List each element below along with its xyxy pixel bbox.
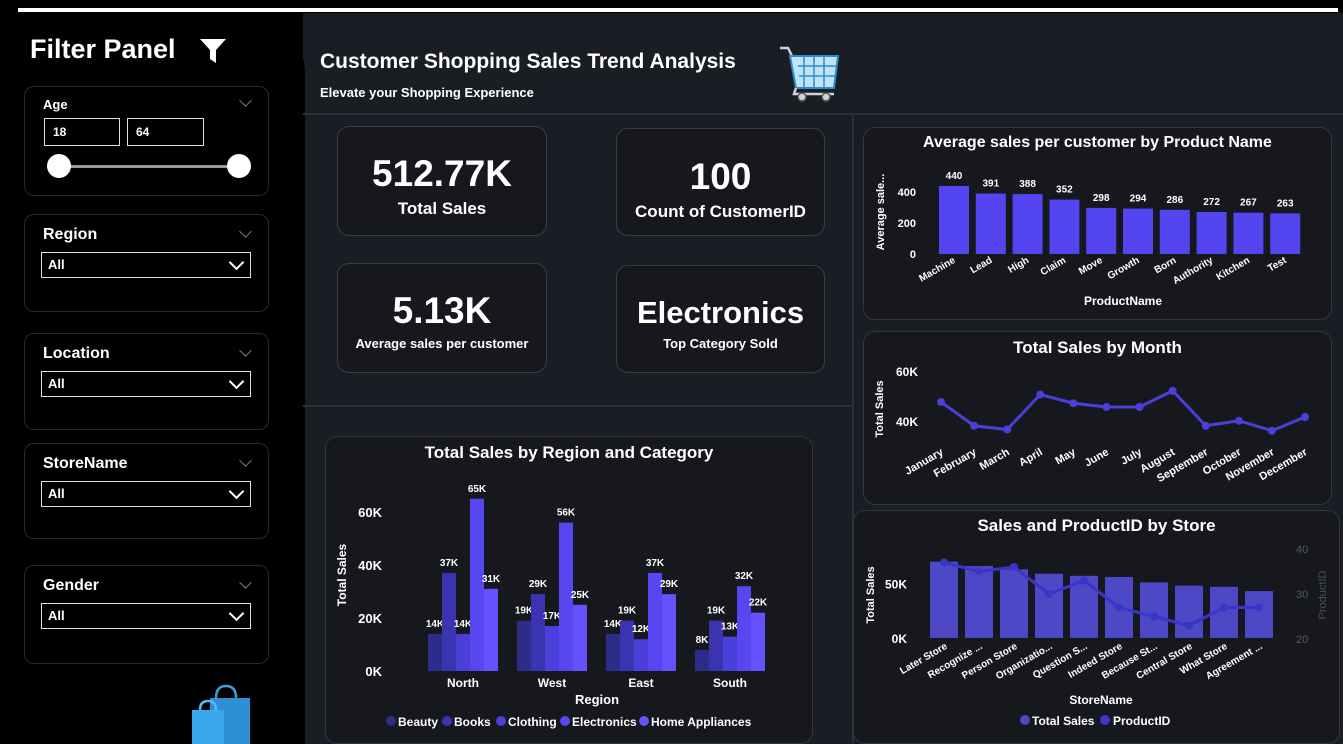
age-slider-max-handle[interactable] bbox=[227, 154, 251, 178]
location-select[interactable]: All bbox=[41, 371, 251, 397]
dashboard-subtitle: Elevate your Shopping Experience bbox=[320, 85, 534, 100]
customer-count-value: 100 bbox=[689, 156, 752, 197]
dropdown-arrow-icon bbox=[228, 373, 245, 390]
age-max-input[interactable]: 64 bbox=[127, 118, 204, 146]
gender-filter-label: Gender bbox=[43, 577, 100, 594]
age-filter: Age 18 64 bbox=[24, 86, 269, 196]
chevron-down-icon[interactable] bbox=[239, 344, 252, 357]
location-filter-label: Location bbox=[43, 345, 110, 362]
shopping-cart-icon bbox=[780, 46, 840, 102]
filter-icon[interactable] bbox=[199, 38, 227, 64]
customer-count-label: Count of CustomerID bbox=[635, 202, 806, 221]
chevron-down-icon[interactable] bbox=[239, 454, 252, 467]
avg-sales-card: 5.13K Average sales per customer bbox=[337, 263, 547, 373]
dropdown-arrow-icon bbox=[228, 254, 245, 271]
store-name-filter: StoreName All bbox=[24, 443, 269, 539]
age-min-input[interactable]: 18 bbox=[44, 118, 120, 146]
top-category-label: Top Category Sold bbox=[663, 336, 778, 351]
chevron-down-icon[interactable] bbox=[239, 94, 252, 107]
store-chart-card: Sales and ProductID by Store bbox=[853, 510, 1340, 744]
gender-select[interactable]: All bbox=[41, 603, 251, 629]
dashboard-title: Customer Shopping Sales Trend Analysis bbox=[320, 50, 736, 73]
shopping-bags-icon bbox=[192, 684, 250, 744]
location-select-value: All bbox=[48, 376, 65, 391]
location-filter: Location All bbox=[24, 333, 269, 430]
chevron-down-icon[interactable] bbox=[239, 225, 252, 238]
kpi-divider bbox=[303, 405, 853, 407]
avg-sales-label: Average sales per customer bbox=[355, 336, 529, 351]
top-bar bbox=[0, 0, 1343, 13]
total-sales-value: 512.77K bbox=[372, 153, 512, 194]
store-name-select[interactable]: All bbox=[41, 481, 251, 507]
filter-panel-title: Filter Panel bbox=[30, 34, 176, 64]
avg-sales-value: 5.13K bbox=[392, 290, 492, 331]
chevron-down-icon[interactable] bbox=[239, 576, 252, 589]
gender-select-value: All bbox=[48, 608, 65, 623]
product-chart-title: Average sales per customer by Product Na… bbox=[923, 134, 1272, 151]
age-min-value: 18 bbox=[53, 125, 67, 139]
store-name-select-value: All bbox=[48, 486, 65, 501]
store-chart-title: Sales and ProductID by Store bbox=[977, 516, 1216, 535]
store-name-filter-label: StoreName bbox=[43, 455, 128, 472]
header-divider bbox=[303, 113, 1343, 115]
dropdown-arrow-icon bbox=[228, 483, 245, 500]
region-select-value: All bbox=[48, 257, 65, 272]
customer-count-card: 100 Count of CustomerID bbox=[616, 128, 825, 236]
region-chart-card: Total Sales by Region and Category bbox=[325, 436, 813, 744]
top-divider bbox=[18, 8, 1338, 12]
total-sales-card: 512.77K Total Sales bbox=[337, 126, 547, 236]
total-sales-label: Total Sales bbox=[397, 199, 487, 218]
age-slider-min-handle[interactable] bbox=[47, 154, 71, 178]
age-slider-track[interactable] bbox=[59, 165, 241, 168]
region-filter-label: Region bbox=[43, 226, 98, 243]
region-select[interactable]: All bbox=[41, 252, 251, 278]
dropdown-arrow-icon bbox=[228, 605, 245, 622]
region-chart-title: Total Sales by Region and Category bbox=[424, 443, 714, 462]
gender-filter: Gender All bbox=[24, 565, 269, 664]
age-max-value: 64 bbox=[136, 125, 150, 139]
top-category-value: Electronics bbox=[636, 295, 805, 330]
top-category-card: Electronics Top Category Sold bbox=[616, 265, 825, 373]
product-chart-card: Average sales per customer by Product Na… bbox=[863, 127, 1332, 320]
month-chart-card: Total Sales by Month bbox=[863, 331, 1332, 505]
age-filter-label: Age bbox=[43, 97, 68, 112]
region-filter: Region All bbox=[24, 214, 269, 312]
month-chart-title: Total Sales by Month bbox=[1013, 338, 1182, 357]
